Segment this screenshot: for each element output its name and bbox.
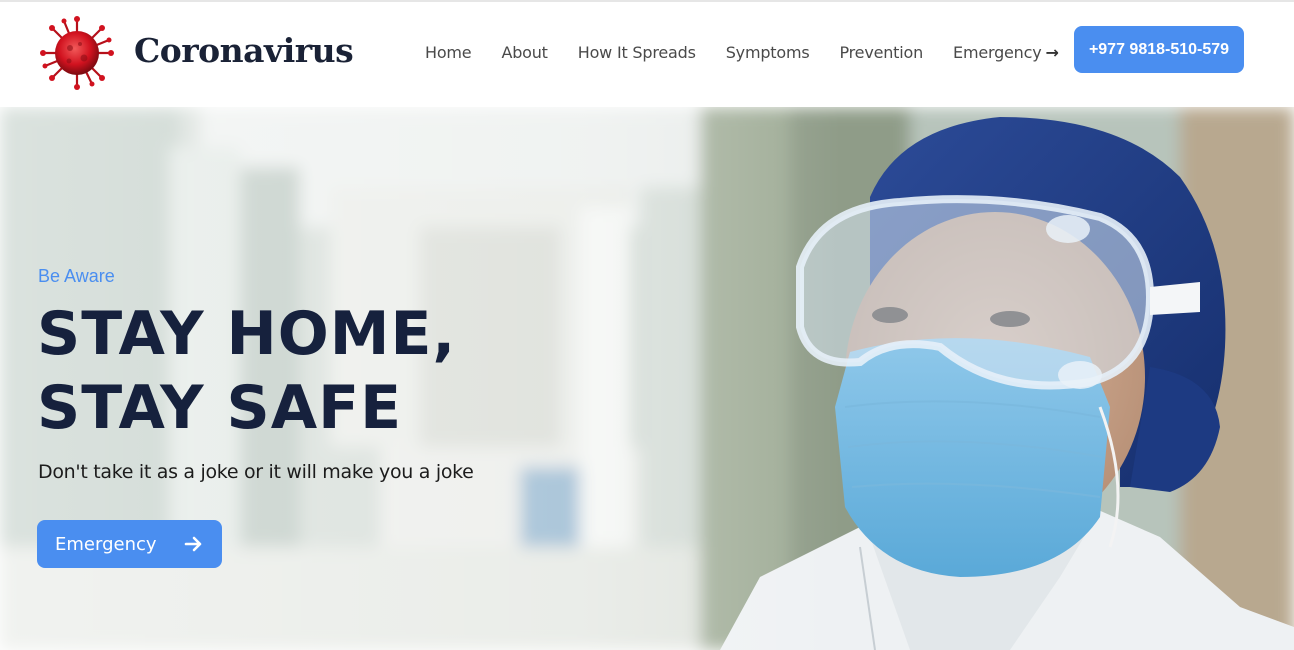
nav-item-about[interactable]: About <box>501 42 548 62</box>
site-header: Coronavirus Home About How It Spreads Sy… <box>0 2 1294 107</box>
brand-name[interactable]: Coronavirus <box>134 29 354 73</box>
nav-item-label: Prevention <box>839 42 924 62</box>
nav-item-label: About <box>501 42 548 62</box>
hero-eyebrow: Be Aware <box>38 266 115 286</box>
virus-icon[interactable] <box>40 16 114 90</box>
nav-item-label: Symptoms <box>725 42 810 62</box>
hero-headline: STAY HOME, STAY SAFE <box>37 299 457 443</box>
emergency-button[interactable]: Emergency <box>37 520 222 568</box>
arrow-right-icon <box>184 536 202 552</box>
nav-item-symptoms[interactable]: Symptoms <box>726 43 810 62</box>
main-nav: Home About How It Spreads Symptoms Preve… <box>410 38 1074 66</box>
nav-item-label: Emergency <box>953 42 1042 62</box>
nav-item-label: How It Spreads <box>577 42 696 62</box>
emergency-button-label: Emergency <box>55 533 157 555</box>
nav-item-label: Home <box>425 42 472 62</box>
hero-subtext: Don't take it as a joke or it will make … <box>38 461 474 483</box>
arrow-right-icon: → <box>1045 42 1059 62</box>
nav-item-emergency[interactable]: Emergency → <box>953 43 1059 62</box>
phone-button[interactable]: +977 9818-510-579 <box>1074 26 1244 73</box>
hero-section: Be Aware STAY HOME, STAY SAFE Don't take… <box>0 107 1294 650</box>
nav-item-how-it-spreads[interactable]: How It Spreads <box>578 43 696 62</box>
nav-item-prevention[interactable]: Prevention <box>839 43 923 62</box>
nav-item-home[interactable]: Home <box>425 42 472 62</box>
phone-label: +977 9818-510-579 <box>1088 40 1230 58</box>
